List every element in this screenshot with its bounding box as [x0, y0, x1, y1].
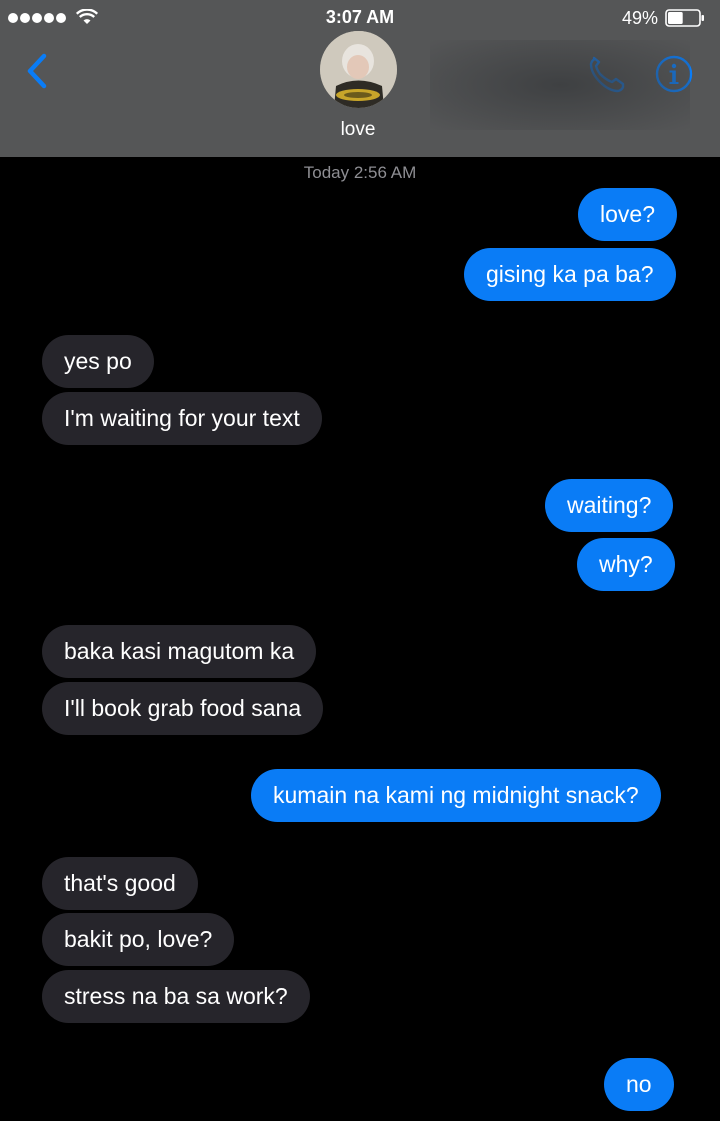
incoming-message[interactable]: bakit po, love? [42, 913, 235, 966]
thread-timestamp: Today 2:56 AM [303, 163, 417, 182]
incoming-message[interactable]: stress na ba sa work? [22, 970, 310, 1027]
battery-percentage: 49% [621, 8, 658, 28]
incoming-message[interactable]: I'm waiting for your text [22, 392, 322, 449]
back-chevron-icon[interactable] [22, 50, 52, 94]
message-text: bakit po, love? [64, 926, 213, 952]
message-text: stress na ba sa work? [64, 983, 288, 1009]
incoming-message[interactable]: yes po [42, 335, 154, 388]
message-thread[interactable]: Today 2:56 AM love? gising ka pa ba? yes… [0, 157, 720, 1121]
outgoing-message[interactable]: love? [578, 188, 677, 241]
outgoing-message[interactable]: no [604, 1058, 694, 1115]
message-text: I'm waiting for your text [64, 405, 300, 431]
avatar-photo [320, 31, 397, 108]
contact-name[interactable]: love [0, 119, 716, 141]
contact-avatar[interactable] [320, 31, 397, 108]
message-text: why? [599, 551, 653, 577]
outgoing-message[interactable]: gising ka pa ba? [464, 248, 695, 305]
outgoing-message[interactable]: why? [577, 538, 695, 595]
messages-screen: 3:07 AM 49% love Today 2:56 AM love? gis… [0, 0, 720, 1121]
incoming-message[interactable]: baka kasi magutom ka [42, 625, 317, 678]
battery-icon [665, 9, 704, 27]
outgoing-message[interactable]: waiting? [545, 479, 674, 532]
incoming-message[interactable]: I'll book grab food sana [21, 682, 324, 739]
phone-icon[interactable] [586, 54, 628, 96]
message-text: waiting? [567, 492, 652, 518]
message-text: gising ka pa ba? [486, 261, 654, 287]
info-icon[interactable] [655, 55, 693, 93]
conversation-header: 3:07 AM 49% love [0, 0, 720, 157]
message-text: baka kasi magutom ka [64, 638, 295, 664]
incoming-message[interactable]: that's good [42, 857, 198, 910]
outgoing-message[interactable]: kumain na kami ng midnight snack? [251, 769, 681, 826]
message-text: yes po [64, 348, 132, 374]
message-text: I'll book grab food sana [64, 695, 302, 721]
message-text: that's good [64, 870, 176, 896]
message-text: kumain na kami ng midnight snack? [273, 782, 639, 808]
message-text: no [626, 1071, 652, 1097]
status-time: 3:07 AM [325, 7, 395, 27]
message-text: love? [600, 201, 655, 227]
